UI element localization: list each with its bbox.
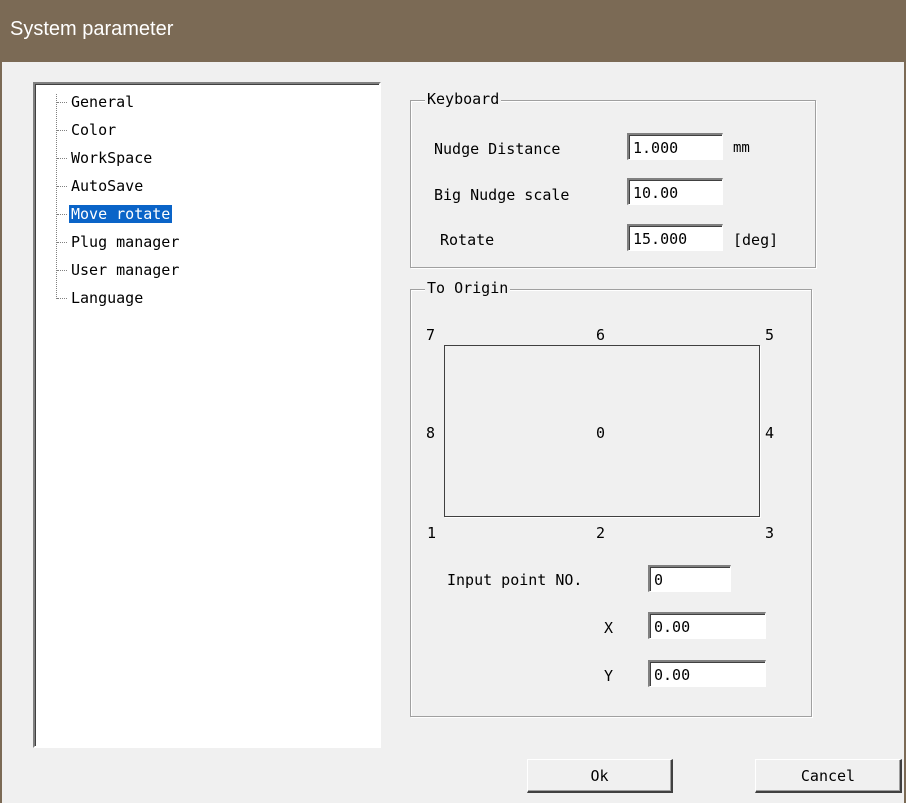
origin-point-7[interactable]: 7 bbox=[426, 326, 435, 344]
big-nudge-scale-field[interactable]: 10.00 bbox=[627, 178, 723, 205]
tree-item-color[interactable]: Color bbox=[57, 120, 118, 140]
rotate-label: Rotate bbox=[440, 231, 495, 249]
origin-point-6[interactable]: 6 bbox=[596, 326, 605, 344]
big-nudge-scale-label: Big Nudge scale bbox=[434, 186, 570, 204]
input-point-field[interactable]: 0 bbox=[648, 565, 731, 592]
origin-point-3[interactable]: 3 bbox=[765, 524, 774, 542]
tree-item-autosave[interactable]: AutoSave bbox=[57, 176, 145, 196]
tree-item-label: Plug manager bbox=[71, 233, 180, 251]
nudge-distance-field[interactable]: 1.000 bbox=[627, 133, 723, 160]
tree-item-language[interactable]: Language bbox=[57, 288, 145, 308]
origin-point-8[interactable]: 8 bbox=[426, 424, 435, 442]
keyboard-group-label: Keyboard bbox=[425, 90, 502, 108]
rotate-unit: [deg] bbox=[733, 231, 779, 249]
rotate-field[interactable]: 15.000 bbox=[627, 224, 723, 251]
origin-point-2[interactable]: 2 bbox=[596, 524, 605, 542]
to-origin-group-label: To Origin bbox=[425, 279, 511, 297]
tree-item-label: User manager bbox=[71, 261, 180, 279]
origin-point-0[interactable]: 0 bbox=[596, 424, 605, 442]
tree-item-label: Language bbox=[71, 289, 144, 307]
title-bar[interactable]: System parameter bbox=[0, 0, 906, 62]
tree-item-label: General bbox=[71, 93, 135, 111]
tree-item-move-rotate[interactable]: Move rotate bbox=[57, 204, 173, 224]
origin-point-4[interactable]: 4 bbox=[765, 424, 774, 442]
input-point-label: Input point NO. bbox=[447, 571, 583, 589]
x-label: X bbox=[604, 619, 614, 637]
cancel-button[interactable]: Cancel bbox=[755, 759, 902, 793]
nudge-distance-label: Nudge Distance bbox=[434, 140, 561, 158]
window-frame-left bbox=[0, 62, 2, 803]
tree-item-plug-manager[interactable]: Plug manager bbox=[57, 232, 181, 252]
tree-item-user-manager[interactable]: User manager bbox=[57, 260, 181, 280]
tree-item-workspace[interactable]: WorkSpace bbox=[57, 148, 154, 168]
origin-point-1[interactable]: 1 bbox=[427, 524, 436, 542]
tree-item-label: Move rotate bbox=[69, 205, 173, 223]
nudge-distance-unit: mm bbox=[733, 140, 750, 156]
tree-item-label: WorkSpace bbox=[71, 149, 153, 167]
window-title: System parameter bbox=[10, 18, 174, 40]
y-label: Y bbox=[604, 667, 614, 685]
tree-item-label: AutoSave bbox=[71, 177, 144, 195]
y-field[interactable]: 0.00 bbox=[648, 660, 766, 687]
category-tree[interactable]: General Color WorkSpace AutoSave Move ro… bbox=[33, 82, 381, 748]
tree-item-general[interactable]: General bbox=[57, 92, 136, 112]
origin-point-5[interactable]: 5 bbox=[765, 326, 774, 344]
tree-item-label: Color bbox=[71, 121, 117, 139]
x-field[interactable]: 0.00 bbox=[648, 612, 766, 639]
ok-button[interactable]: Ok bbox=[527, 759, 673, 793]
